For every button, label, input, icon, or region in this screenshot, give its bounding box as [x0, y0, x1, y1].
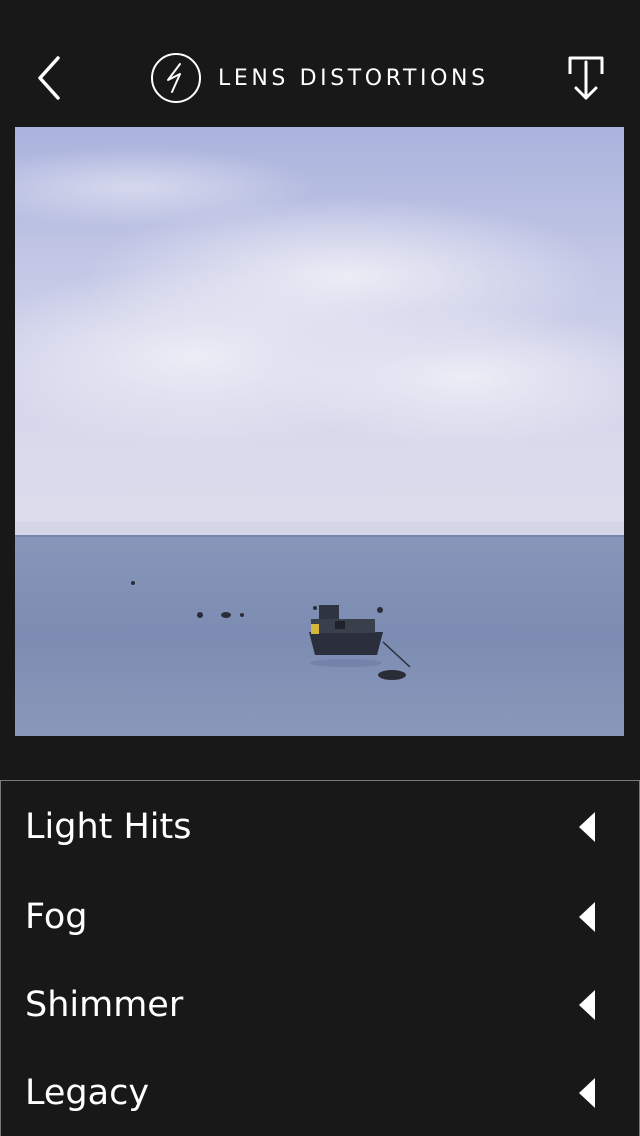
menu-item-fog[interactable]: Fog — [1, 873, 639, 961]
menu-item-label: Light Hits — [25, 807, 192, 847]
app-title: LENS DISTORTIONS — [218, 65, 489, 91]
preview-photo — [15, 127, 624, 736]
chevron-left-icon — [38, 56, 60, 100]
triangle-left-icon — [579, 1078, 595, 1108]
distortion-menu: Light Hits Fog Shimmer Legacy — [0, 780, 640, 1136]
lens-distortions-logo — [151, 53, 201, 103]
app-screen: LENS DISTORTIONS Light Hits Fog Shimmer … — [0, 0, 640, 1136]
triangle-left-icon — [579, 812, 595, 842]
download-button[interactable] — [562, 54, 610, 104]
menu-item-shimmer[interactable]: Shimmer — [1, 961, 639, 1049]
triangle-left-icon — [579, 902, 595, 932]
boat-on-sea-image — [15, 127, 624, 736]
menu-item-legacy[interactable]: Legacy — [1, 1049, 639, 1136]
top-bar: LENS DISTORTIONS — [0, 0, 640, 127]
menu-item-label: Fog — [25, 897, 88, 937]
menu-item-label: Shimmer — [25, 985, 184, 1025]
menu-item-label: Legacy — [25, 1073, 150, 1113]
app-brand: LENS DISTORTIONS — [150, 52, 489, 104]
menu-item-light-hits[interactable]: Light Hits — [1, 781, 639, 873]
back-button[interactable] — [28, 50, 76, 106]
download-icon — [568, 56, 604, 100]
triangle-left-icon — [579, 990, 595, 1020]
